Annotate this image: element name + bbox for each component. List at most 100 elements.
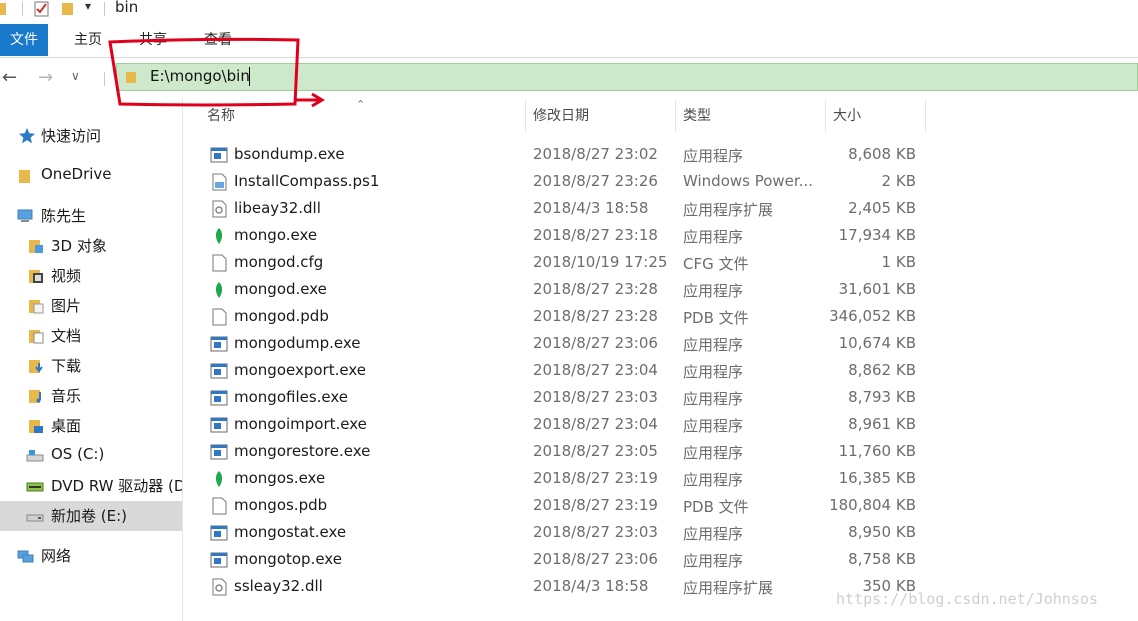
- file-name: ssleay32.dll: [234, 577, 323, 595]
- file-type: 应用程序: [683, 228, 744, 246]
- file-type: 应用程序: [683, 444, 744, 462]
- file-modified-date: 2018/4/3 18:58: [533, 577, 649, 595]
- file-row[interactable]: libeay32.dll 2018/4/3 18:58 应用程序扩展 2,405 KB: [200, 196, 930, 223]
- sidebar-item-label: 图片: [51, 297, 82, 315]
- file-type: 应用程序扩展: [683, 579, 774, 597]
- file-row[interactable]: mongod.cfg 2018/10/19 17:25 CFG 文件 1 KB: [200, 250, 930, 277]
- tab-file[interactable]: 文件: [0, 24, 48, 56]
- sidebar-item-label: OS (C:): [51, 445, 105, 463]
- file-size: 8,950 KB: [848, 523, 916, 541]
- sidebar-item-this-pc[interactable]: 陈先生: [0, 201, 182, 231]
- sidebar-item-quick-access[interactable]: 快速访问: [0, 121, 182, 151]
- file-row[interactable]: mongod.pdb 2018/8/27 23:28 PDB 文件 346,052 K…: [200, 304, 930, 331]
- properties-checkbox-icon[interactable]: [34, 0, 50, 18]
- cloud-folder-icon: [19, 170, 30, 183]
- column-header-size[interactable]: 大小: [833, 100, 923, 132]
- file-modified-date: 2018/8/27 23:18: [533, 226, 658, 244]
- sidebar-item-videos[interactable]: 视频: [0, 261, 182, 291]
- file-size: 8,862 KB: [848, 361, 916, 379]
- music-folder-icon: [29, 390, 41, 403]
- dvd-drive-icon: [26, 482, 44, 492]
- file-type: Windows Power...: [683, 172, 814, 190]
- file-size: 31,601 KB: [838, 280, 916, 298]
- file-row[interactable]: bsondump.exe 2018/8/27 23:02 应用程序 8,608 KB: [200, 142, 930, 169]
- sidebar-item-pictures[interactable]: 图片: [0, 291, 182, 321]
- application-icon: [210, 443, 228, 461]
- file-row[interactable]: mongotop.exe 2018/8/27 23:06 应用程序 8,758 KB: [200, 547, 930, 574]
- file-type: PDB 文件: [683, 309, 749, 327]
- file-type: 应用程序: [683, 363, 744, 381]
- download-folder-icon: [29, 360, 43, 373]
- sidebar-item-label: 网络: [41, 547, 72, 565]
- blank-file-icon: [210, 308, 228, 326]
- file-name: mongos.exe: [234, 469, 326, 487]
- file-row[interactable]: mongo.exe 2018/8/27 23:18 应用程序 17,934 KB: [200, 223, 930, 250]
- sidebar-item-downloads[interactable]: 下载: [0, 351, 182, 381]
- sidebar-item-label: 桌面: [51, 417, 82, 435]
- recent-locations-chevron-icon[interactable]: ∨: [71, 69, 80, 83]
- tab-view[interactable]: 查看: [196, 24, 240, 56]
- sidebar-item-3d-objects[interactable]: 3D 对象: [0, 231, 182, 261]
- column-header-date[interactable]: 修改日期: [533, 100, 673, 132]
- file-modified-date: 2018/8/27 23:19: [533, 469, 658, 487]
- column-header-name[interactable]: 名称: [207, 100, 523, 132]
- file-type: 应用程序: [683, 336, 744, 354]
- column-header-type[interactable]: 类型: [683, 100, 823, 132]
- star-icon: [19, 128, 35, 144]
- file-row[interactable]: mongodump.exe 2018/8/27 23:06 应用程序 10,674 K…: [200, 331, 930, 358]
- file-row[interactable]: mongod.exe 2018/8/27 23:28 应用程序 31,601 KB: [200, 277, 930, 304]
- file-row[interactable]: mongoimport.exe 2018/8/27 23:04 应用程序 8,961 …: [200, 412, 930, 439]
- folder-icon: [126, 72, 136, 83]
- address-path[interactable]: E:\mongo\bin: [150, 67, 250, 85]
- sidebar-item-onedrive[interactable]: OneDrive: [0, 161, 182, 191]
- application-icon: [210, 524, 228, 542]
- file-modified-date: 2018/8/27 23:26: [533, 172, 658, 190]
- sidebar-item-drive-c[interactable]: OS (C:): [0, 441, 182, 471]
- sidebar-item-network[interactable]: 网络: [0, 541, 182, 571]
- mongodb-leaf-icon: [210, 281, 228, 299]
- file-size: 10,674 KB: [838, 334, 916, 352]
- file-size: 2 KB: [881, 172, 916, 190]
- sidebar-item-label: 新加卷 (E:): [51, 507, 128, 525]
- file-name: mongotop.exe: [234, 550, 342, 568]
- picture-folder-icon: [29, 300, 44, 314]
- file-type: PDB 文件: [683, 498, 749, 516]
- file-modified-date: 2018/8/27 23:28: [533, 280, 658, 298]
- text-caret: [249, 67, 250, 86]
- file-row[interactable]: InstallCompass.ps1 2018/8/27 23:26 Windows…: [200, 169, 930, 196]
- file-row[interactable]: mongorestore.exe 2018/8/27 23:05 应用程序 11,76…: [200, 439, 930, 466]
- file-name: mongod.pdb: [234, 307, 329, 325]
- sidebar-item-label: 音乐: [51, 387, 82, 405]
- sidebar-item-label: 视频: [51, 267, 82, 285]
- file-size: 11,760 KB: [838, 442, 916, 460]
- file-row[interactable]: mongoexport.exe 2018/8/27 23:04 应用程序 8,862 …: [200, 358, 930, 385]
- tab-share[interactable]: 共享: [131, 24, 175, 56]
- file-modified-date: 2018/8/27 23:06: [533, 550, 658, 568]
- customize-toolbar-dropdown[interactable]: ▾: [85, 0, 91, 17]
- forward-arrow-icon[interactable]: →: [38, 67, 53, 88]
- file-size: 180,804 KB: [829, 496, 916, 514]
- title-bar: ▾ bin: [0, 0, 1138, 22]
- drive-icon: [26, 514, 44, 522]
- address-bar[interactable]: E:\mongo\bin: [116, 63, 1138, 91]
- file-name: mongostat.exe: [234, 523, 347, 541]
- file-row[interactable]: mongostat.exe 2018/8/27 23:03 应用程序 8,950 KB: [200, 520, 930, 547]
- file-row[interactable]: mongofiles.exe 2018/8/27 23:03 应用程序 8,793 K…: [200, 385, 930, 412]
- sidebar-item-label: 快速访问: [41, 127, 102, 145]
- sidebar-item-documents[interactable]: 文档: [0, 321, 182, 351]
- file-type: 应用程序: [683, 147, 744, 165]
- file-name: mongorestore.exe: [234, 442, 371, 460]
- file-row[interactable]: mongos.pdb 2018/8/27 23:19 PDB 文件 180,804 K…: [200, 493, 930, 520]
- sidebar-item-music[interactable]: 音乐: [0, 381, 182, 411]
- file-row[interactable]: mongos.exe 2018/8/27 23:19 应用程序 16,385 KB: [200, 466, 930, 493]
- sidebar-item-desktop[interactable]: 桌面: [0, 411, 182, 441]
- sidebar-item-drive-e[interactable]: 新加卷 (E:): [0, 501, 182, 531]
- file-row[interactable]: ssleay32.dll 2018/4/3 18:58 应用程序扩展 350 KB: [200, 574, 930, 601]
- tab-home[interactable]: 主页: [66, 24, 110, 56]
- sidebar-item-dvd-drive[interactable]: DVD RW 驱动器 (D: [0, 471, 182, 501]
- file-type: 应用程序: [683, 552, 744, 570]
- sidebar-item-label: 下载: [51, 357, 82, 375]
- new-folder-icon[interactable]: [61, 0, 75, 18]
- back-arrow-icon[interactable]: ←: [2, 67, 17, 88]
- file-modified-date: 2018/8/27 23:04: [533, 415, 658, 433]
